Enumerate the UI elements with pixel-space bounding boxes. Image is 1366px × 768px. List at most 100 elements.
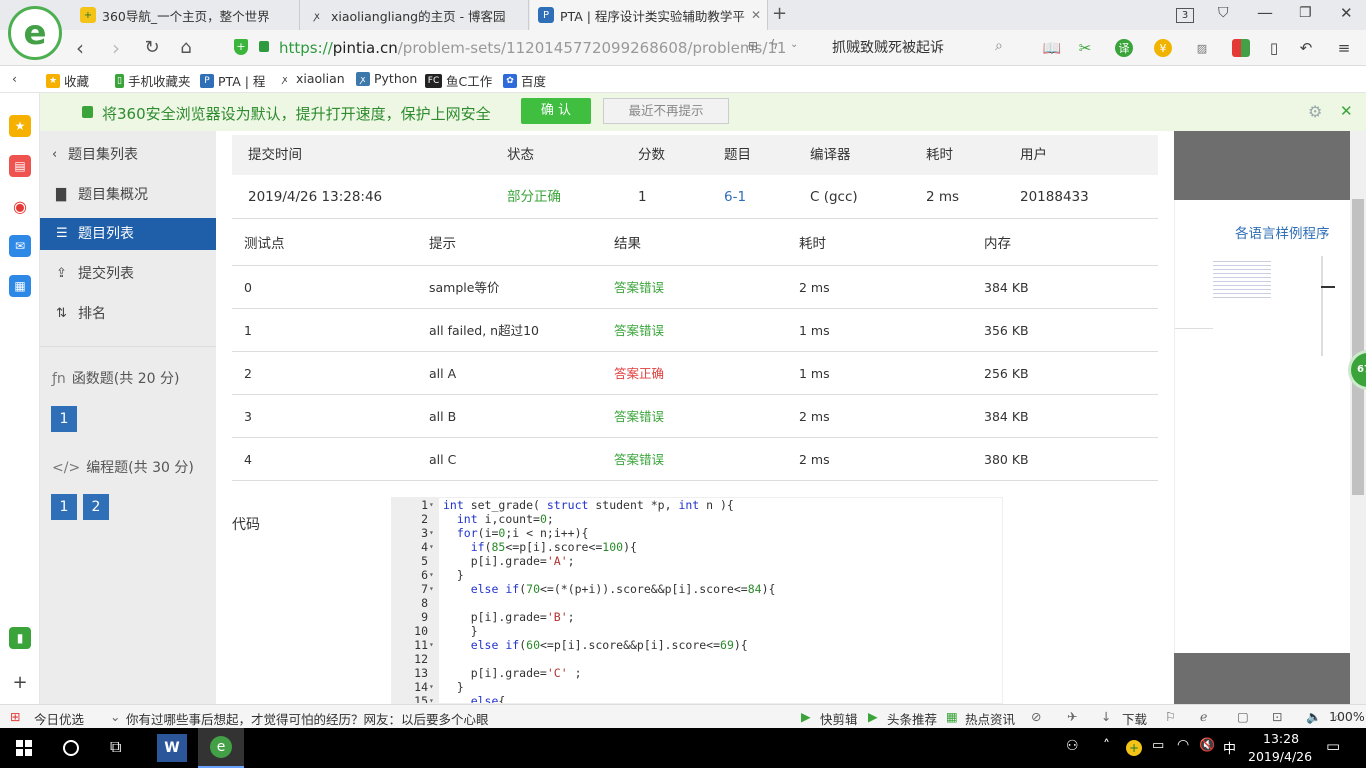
sidebar-item-rank[interactable]: ⇅ 排名 [40, 298, 216, 330]
cortana-icon[interactable] [63, 740, 79, 756]
fold-arrow-icon[interactable]: ▾ [429, 568, 437, 582]
volume-icon[interactable]: 🔈 [1306, 709, 1322, 725]
fold-arrow-icon[interactable]: ▾ [429, 694, 437, 703]
bookmark-mobile[interactable]: ▯ 手机收藏夹 [115, 71, 191, 90]
restore-icon[interactable]: ❐ [1299, 5, 1312, 21]
speed-icon[interactable]: ⊘ [1031, 709, 1041, 724]
mute-icon[interactable]: 🔇 [1199, 738, 1215, 753]
news-icon[interactable]: ▤ [9, 155, 31, 177]
scrollbar-thumb[interactable] [1352, 199, 1364, 495]
fold-arrow-icon[interactable]: ▾ [429, 582, 437, 596]
flag-icon[interactable]: ⚐ [1165, 709, 1176, 724]
news-ticker[interactable]: 你有过哪些事后想起，才觉得可怕的经历？网友：以后要多个心眼 [126, 709, 489, 728]
tray-up-icon[interactable]: ˄ [1103, 738, 1110, 754]
360-browser-logo[interactable]: e [8, 6, 62, 60]
close-notice-icon[interactable]: ✕ [1340, 102, 1353, 120]
download-button[interactable]: 下载 [1122, 709, 1147, 728]
bookmark-python[interactable]: ꭗ Python [356, 71, 417, 86]
home-icon[interactable]: ⌂ [174, 36, 198, 60]
close-tab-icon[interactable]: ✕ [751, 8, 761, 22]
menu-icon[interactable]: ≡ [1335, 39, 1353, 57]
page-scrollbar[interactable] [1350, 131, 1366, 704]
sidebar-item-overview[interactable]: ▇ 题目集概况 [40, 179, 216, 211]
gift-icon[interactable]: ⊞ [10, 709, 20, 724]
quick-clip[interactable]: 快剪辑 [820, 709, 858, 728]
people-icon[interactable]: ⚇ [1066, 738, 1079, 754]
clipboard-icon[interactable]: ▮ [9, 627, 31, 649]
notes-icon[interactable]: ▦ [9, 275, 31, 297]
task-view-icon[interactable]: ⧉ [110, 737, 121, 757]
pin-icon[interactable]: ✈ [1067, 709, 1077, 724]
word-app-icon[interactable]: W [157, 734, 187, 762]
sidebar-item-problems[interactable]: ☰ 题目列表 [40, 218, 216, 250]
apps-icon[interactable] [1232, 39, 1250, 57]
ie-icon[interactable]: ℯ [1200, 709, 1207, 724]
problem-link[interactable]: 6-1 [724, 175, 746, 219]
tab-blog[interactable]: ꭗ xiaoliangliang的主页 - 博客园 [301, 0, 529, 30]
lightning-icon[interactable]: ϟ [770, 38, 779, 53]
clock-time[interactable]: 13:28 [1263, 731, 1299, 746]
coin-icon[interactable]: ¥ [1154, 39, 1172, 57]
wifi-icon[interactable]: ◠ [1177, 737, 1189, 753]
weibo-icon[interactable]: ◉ [9, 195, 31, 217]
code-editor[interactable]: 1 ▾ int set_grade( struct student *p, int … [391, 497, 1003, 704]
undo-icon[interactable]: ↶ [1297, 39, 1315, 57]
forward-icon[interactable]: › [104, 36, 128, 60]
function-problem-1[interactable]: 1 [51, 406, 77, 432]
gear-icon[interactable]: ⚙ [1308, 102, 1322, 121]
fold-arrow-icon[interactable]: ▾ [429, 498, 437, 512]
dropdown-icon[interactable]: ⌄ [790, 39, 798, 50]
fold-arrow-icon[interactable]: ▾ [429, 540, 437, 554]
notification-icon[interactable]: ▭ [1326, 737, 1340, 755]
windows-start-icon[interactable] [16, 740, 32, 756]
tab-count-badge[interactable]: 3 [1176, 8, 1194, 23]
search-icon[interactable]: ⌕ [995, 38, 1003, 54]
search-input[interactable]: 抓贼致贼死被起诉 [822, 36, 1022, 60]
today-picks[interactable]: 今日优选 [34, 709, 84, 728]
sidebar-toggle-icon[interactable]: ‹ [12, 71, 17, 86]
dismiss-button[interactable]: 最近不再提示 [603, 98, 729, 124]
headline-recommend[interactable]: 头条推荐 [887, 709, 937, 728]
back-to-problem-sets[interactable]: ‹ 题目集列表 [40, 139, 216, 171]
window-icon[interactable]: ▢ [1237, 709, 1249, 724]
reload-icon[interactable]: ↻ [140, 36, 164, 60]
fold-arrow-icon[interactable]: ▾ [429, 526, 437, 540]
screenshot-icon[interactable]: ⊡ [1272, 709, 1282, 724]
bookmark-favorites[interactable]: ★ 收藏 [46, 71, 89, 90]
tab-360-nav[interactable]: + 360导航_一个主页，整个世界 [72, 0, 300, 30]
programming-problem-2[interactable]: 2 [83, 494, 109, 520]
tab-pta[interactable]: P PTA | 程序设计类实验辅助教学平 ✕ [530, 0, 768, 30]
mail-icon[interactable]: ✉ [9, 235, 31, 257]
translate-icon[interactable]: 译 [1115, 39, 1133, 57]
hot-news[interactable]: 热点资讯 [965, 709, 1015, 728]
minimize-icon[interactable]: — [1257, 3, 1273, 22]
360-tray-icon[interactable]: + [1126, 740, 1142, 756]
ime-indicator[interactable]: 中 [1223, 738, 1236, 757]
browser-app-icon[interactable]: e [198, 728, 244, 768]
bookmark-baidu[interactable]: ✿ 百度 [503, 71, 546, 90]
qr-icon[interactable]: ⊞ [748, 39, 758, 53]
battery-icon[interactable]: ▭ [1152, 738, 1164, 753]
clock-date[interactable]: 2019/4/26 [1248, 749, 1312, 764]
reader-icon[interactable]: 📖 [1043, 39, 1062, 57]
phone-icon[interactable]: ▯ [1265, 39, 1283, 57]
new-tab-button[interactable]: + [772, 3, 787, 24]
bookmark-blog[interactable]: ꭗ xiaolian [278, 71, 345, 86]
fold-arrow-icon[interactable]: ▾ [429, 680, 437, 694]
back-icon[interactable]: ‹ [68, 36, 92, 60]
programming-problem-1[interactable]: 1 [51, 494, 77, 520]
sample-program-title[interactable]: 各语言样例程序 [1235, 222, 1330, 242]
confirm-button[interactable]: 确 认 [521, 98, 591, 124]
add-icon[interactable]: + [9, 671, 31, 693]
shield-icon[interactable]: + [234, 39, 248, 55]
favorites-icon[interactable]: ★ [9, 115, 31, 137]
skin-icon[interactable]: ⛉ [1218, 5, 1229, 21]
close-window-icon[interactable]: ✕ [1340, 4, 1353, 22]
bookmark-fishc[interactable]: FC 鱼C工作 [425, 71, 492, 90]
fold-arrow-icon[interactable]: ▾ [429, 638, 437, 652]
bookmark-pta[interactable]: P PTA | 程 [200, 71, 265, 90]
scissors-icon[interactable]: ✂ [1076, 39, 1094, 57]
image-icon[interactable]: ▨ [1193, 39, 1211, 57]
zoom-level[interactable]: 100% [1329, 709, 1365, 724]
sidebar-item-submissions[interactable]: ⇪ 提交列表 [40, 258, 216, 290]
